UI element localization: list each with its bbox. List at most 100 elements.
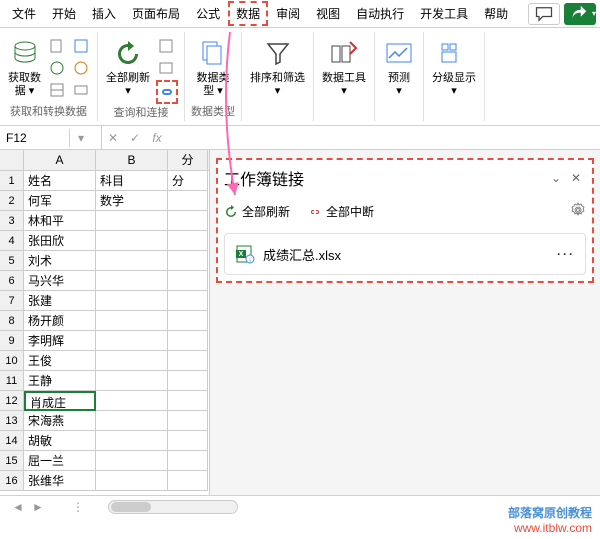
menu-file[interactable]: 文件	[4, 1, 44, 26]
cell[interactable]	[96, 351, 168, 371]
row-header[interactable]: 9	[0, 331, 24, 351]
cell[interactable]: 肖成庄	[24, 391, 96, 411]
row-header[interactable]: 10	[0, 351, 24, 371]
cell[interactable]: 宋海燕	[24, 411, 96, 431]
cell[interactable]: 王静	[24, 371, 96, 391]
cell[interactable]	[96, 291, 168, 311]
menu-developer[interactable]: 开发工具	[412, 1, 476, 26]
sort-filter-button[interactable]: 排序和筛选 ▾	[248, 36, 307, 100]
pane-settings-button[interactable]	[570, 202, 586, 221]
cell[interactable]	[96, 231, 168, 251]
cell[interactable]: 张田欣	[24, 231, 96, 251]
data-tools-button[interactable]: 数据工具 ▾	[320, 36, 368, 100]
workbook-links-button[interactable]	[156, 80, 178, 104]
cell[interactable]	[96, 311, 168, 331]
menu-pagelayout[interactable]: 页面布局	[124, 1, 188, 26]
link-item[interactable]: Xi 成绩汇总.xlsx ···	[224, 233, 586, 275]
cell[interactable]: 分	[168, 171, 208, 191]
row-header[interactable]: 8	[0, 311, 24, 331]
cell[interactable]	[168, 471, 208, 491]
row-header[interactable]: 13	[0, 411, 24, 431]
cell[interactable]: 张维华	[24, 471, 96, 491]
pane-close-button[interactable]: ✕	[566, 171, 586, 185]
pane-collapse-button[interactable]: ⌄	[546, 171, 566, 185]
cell[interactable]: 数学	[96, 191, 168, 211]
cell[interactable]	[96, 471, 168, 491]
cell[interactable]	[96, 251, 168, 271]
from-table-button[interactable]	[47, 80, 67, 100]
forecast-button[interactable]: 预测 ▾	[381, 36, 417, 100]
row-header[interactable]: 6	[0, 271, 24, 291]
cell[interactable]	[168, 451, 208, 471]
cancel-button[interactable]: ✕	[102, 131, 124, 145]
cell[interactable]	[168, 391, 208, 411]
cell[interactable]	[96, 451, 168, 471]
properties-button[interactable]	[156, 58, 176, 78]
menu-view[interactable]: 视图	[308, 1, 348, 26]
name-box-dropdown[interactable]: ▾	[70, 131, 92, 145]
cell[interactable]	[168, 211, 208, 231]
cell[interactable]: 张建	[24, 291, 96, 311]
from-picture-button[interactable]	[71, 36, 91, 56]
row-header[interactable]: 1	[0, 171, 24, 191]
link-more-button[interactable]: ···	[557, 247, 575, 261]
col-header-b[interactable]: B	[96, 150, 168, 170]
select-all-corner[interactable]	[0, 150, 24, 170]
row-header[interactable]: 3	[0, 211, 24, 231]
row-header[interactable]: 4	[0, 231, 24, 251]
cell[interactable]	[96, 391, 168, 411]
cell[interactable]	[96, 411, 168, 431]
cell[interactable]	[168, 411, 208, 431]
cell[interactable]: 林和平	[24, 211, 96, 231]
from-web-button[interactable]	[47, 58, 67, 78]
cell[interactable]: 屈一兰	[24, 451, 96, 471]
cell[interactable]	[96, 271, 168, 291]
row-header[interactable]: 12	[0, 391, 24, 411]
cell[interactable]: 刘术	[24, 251, 96, 271]
outline-button[interactable]: 分级显示 ▾	[430, 36, 478, 100]
cell[interactable]	[168, 231, 208, 251]
row-header[interactable]: 14	[0, 431, 24, 451]
col-header-c[interactable]: 分	[168, 150, 208, 170]
sheet-menu-button[interactable]: ⋮	[68, 500, 88, 514]
cell[interactable]	[96, 331, 168, 351]
data-types-button[interactable]: 数据类 型 ▾	[195, 36, 232, 100]
menu-home[interactable]: 开始	[44, 1, 84, 26]
pane-refresh-all-button[interactable]: 全部刷新	[224, 203, 290, 220]
menu-data[interactable]: 数据	[228, 1, 268, 26]
row-header[interactable]: 2	[0, 191, 24, 211]
row-header[interactable]: 15	[0, 451, 24, 471]
from-text-button[interactable]	[47, 36, 67, 56]
cell[interactable]	[168, 291, 208, 311]
horizontal-scrollbar[interactable]	[108, 500, 238, 514]
recent-sources-button[interactable]	[71, 58, 91, 78]
cell[interactable]: 杨开颜	[24, 311, 96, 331]
menu-insert[interactable]: 插入	[84, 1, 124, 26]
cell[interactable]	[168, 251, 208, 271]
sheet-prev-button[interactable]: ◄	[8, 500, 28, 514]
queries-connections-button[interactable]	[156, 36, 176, 56]
row-header[interactable]: 5	[0, 251, 24, 271]
comments-button[interactable]	[528, 3, 560, 25]
sheet-next-button[interactable]: ►	[28, 500, 48, 514]
cell[interactable]	[96, 211, 168, 231]
cell[interactable]	[168, 271, 208, 291]
cell[interactable]: 胡敏	[24, 431, 96, 451]
cell[interactable]: 王俊	[24, 351, 96, 371]
cell[interactable]: 科目	[96, 171, 168, 191]
cell[interactable]	[168, 431, 208, 451]
row-header[interactable]: 16	[0, 471, 24, 491]
share-button[interactable]: ▾	[564, 3, 596, 25]
menu-help[interactable]: 帮助	[476, 1, 516, 26]
refresh-all-button[interactable]: 全部刷新 ▾	[104, 36, 152, 100]
fx-button[interactable]: fx	[146, 131, 168, 145]
cell[interactable]	[168, 311, 208, 331]
cell[interactable]: 姓名	[24, 171, 96, 191]
existing-connections-button[interactable]	[71, 80, 91, 100]
enter-button[interactable]: ✓	[124, 131, 146, 145]
cell[interactable]: 李明辉	[24, 331, 96, 351]
cell[interactable]	[168, 371, 208, 391]
menu-formulas[interactable]: 公式	[188, 1, 228, 26]
cell[interactable]: 马兴华	[24, 271, 96, 291]
cell[interactable]	[168, 351, 208, 371]
